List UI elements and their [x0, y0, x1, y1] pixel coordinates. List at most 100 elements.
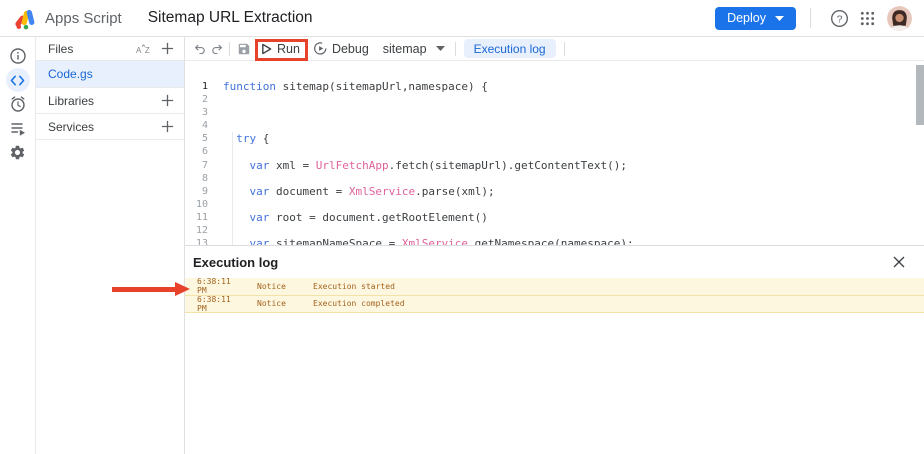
- line-number: 7: [185, 159, 208, 172]
- svg-text:A: A: [136, 45, 142, 54]
- toolbar-divider: [564, 42, 565, 56]
- help-button[interactable]: ?: [825, 4, 853, 32]
- code-text: var root = document.getRootElement(): [223, 211, 488, 224]
- file-item-code-gs[interactable]: Code.gs: [36, 61, 184, 88]
- line-number: 11: [185, 211, 208, 224]
- app-header: Apps Script Sitemap URL Extraction Deplo…: [0, 0, 924, 37]
- code-line[interactable]: 4: [185, 119, 924, 132]
- line-number: 13: [185, 237, 208, 245]
- close-icon: [893, 256, 905, 268]
- line-number: 8: [185, 172, 208, 185]
- chevron-down-icon: [775, 16, 784, 21]
- google-apps-button[interactable]: [853, 4, 881, 32]
- line-number: 10: [185, 198, 208, 211]
- redo-button[interactable]: [209, 43, 225, 54]
- code-line[interactable]: 1 function sitemap(sitemapUrl,namespace) …: [185, 80, 924, 93]
- editor-button[interactable]: [6, 68, 30, 92]
- editor-toolbar: Run Debug sitemap Execution log: [185, 37, 924, 61]
- sidebar-section-services[interactable]: Services: [36, 114, 184, 140]
- plus-icon: [161, 94, 174, 107]
- sort-files-button[interactable]: A Z: [136, 43, 151, 55]
- apps-script-window: Apps Script Sitemap URL Extraction Deplo…: [0, 0, 924, 454]
- play-icon: [261, 43, 272, 55]
- libraries-label: Libraries: [48, 94, 94, 108]
- line-number: 3: [185, 106, 208, 119]
- close-log-button[interactable]: [888, 251, 910, 273]
- overview-button[interactable]: [6, 44, 30, 68]
- log-time: 6:38:11 PM: [197, 295, 245, 313]
- toolbar-divider: [229, 42, 230, 56]
- run-button[interactable]: Run: [261, 42, 300, 56]
- execution-log-title: Execution log: [193, 255, 278, 270]
- execution-log-panel: Execution log 6:38:11 PM Notice Execution …: [185, 245, 924, 454]
- deploy-button-label: Deploy: [727, 11, 766, 25]
- user-avatar[interactable]: [887, 6, 912, 31]
- code-line[interactable]: 13 var sitemapNameSpace = XmlService.get…: [185, 237, 924, 245]
- log-entries: 6:38:11 PM Notice Execution started 6:38:11…: [185, 278, 924, 313]
- add-library-button[interactable]: [161, 94, 174, 107]
- line-number: 9: [185, 185, 208, 198]
- deploy-button[interactable]: Deploy: [715, 7, 796, 30]
- code-line[interactable]: 11 var root = document.getRootElement(): [185, 211, 924, 224]
- line-number: 5: [185, 132, 208, 145]
- log-entry: 6:38:11 PMNoticeExecution started: [185, 278, 924, 296]
- debug-button-label: Debug: [332, 42, 369, 56]
- triggers-button[interactable]: [6, 92, 30, 116]
- run-button-label: Run: [277, 42, 300, 56]
- gear-icon: [9, 144, 26, 161]
- project-title[interactable]: Sitemap URL Extraction: [148, 9, 313, 27]
- code-icon: [10, 74, 25, 87]
- add-file-button[interactable]: [161, 42, 174, 55]
- code-text: var document = XmlService.parse(xml);: [223, 185, 495, 198]
- line-number: 1: [185, 80, 208, 93]
- header-divider: [810, 8, 811, 28]
- code-line[interactable]: 2: [185, 93, 924, 106]
- sort-az-icon: A Z: [136, 43, 151, 55]
- code-text: var sitemapNameSpace = XmlService.getNam…: [223, 237, 634, 245]
- sidebar-section-libraries[interactable]: Libraries: [36, 88, 184, 114]
- toolbar-divider: [455, 42, 456, 56]
- code-line[interactable]: 6: [185, 145, 924, 158]
- log-level: Notice: [257, 299, 293, 308]
- code-line[interactable]: 10: [185, 198, 924, 211]
- project-settings-button[interactable]: [6, 140, 30, 164]
- executions-button[interactable]: [6, 116, 30, 140]
- help-icon: ?: [830, 9, 849, 28]
- line-number: 12: [185, 224, 208, 237]
- undo-button[interactable]: [191, 43, 207, 54]
- log-level: Notice: [257, 282, 293, 291]
- file-name: Code.gs: [48, 67, 93, 81]
- execution-log-button-label: Execution log: [474, 42, 546, 56]
- code-text: function sitemap(sitemapUrl,namespace) {: [223, 80, 488, 93]
- code-line[interactable]: 12: [185, 224, 924, 237]
- line-number: 6: [185, 145, 208, 158]
- plus-icon: [161, 120, 174, 133]
- save-icon: [237, 42, 251, 56]
- code-editor[interactable]: 1 function sitemap(sitemapUrl,namespace) …: [185, 61, 924, 245]
- files-header: Files A Z: [36, 37, 184, 61]
- editor-scrollbar[interactable]: [916, 65, 924, 125]
- indent-guide: [232, 132, 233, 245]
- alarm-clock-icon: [9, 95, 27, 113]
- execution-log-header: Execution log: [185, 246, 924, 278]
- log-msg: Execution started: [313, 282, 395, 291]
- debug-button[interactable]: Debug: [314, 42, 369, 56]
- executions-list-icon: [9, 119, 27, 137]
- plus-icon: [161, 42, 174, 55]
- code-text: var xml = UrlFetchApp.fetch(sitemapUrl).…: [223, 159, 627, 172]
- code-line[interactable]: 5 try {: [185, 132, 924, 145]
- code-line[interactable]: 3: [185, 106, 924, 119]
- add-service-button[interactable]: [161, 120, 174, 133]
- log-entry: 6:38:11 PM Notice Execution completed: [185, 296, 924, 314]
- svg-text:?: ?: [836, 13, 842, 25]
- execution-log-button[interactable]: Execution log: [464, 39, 556, 58]
- code-line[interactable]: 8: [185, 172, 924, 185]
- code-line[interactable]: 7 var xml = UrlFetchApp.fetch(sitemapUrl…: [185, 159, 924, 172]
- function-selector-dropdown[interactable]: sitemap: [383, 42, 445, 56]
- code-line[interactable]: 9 var document = XmlService.parse(xml);: [185, 185, 924, 198]
- files-header-label: Files: [48, 42, 73, 56]
- debug-icon: [314, 42, 327, 55]
- save-button[interactable]: [236, 42, 251, 56]
- log-msg: Execution completed: [313, 299, 405, 308]
- files-panel: Files A Z Code.gs Libraries: [36, 37, 185, 454]
